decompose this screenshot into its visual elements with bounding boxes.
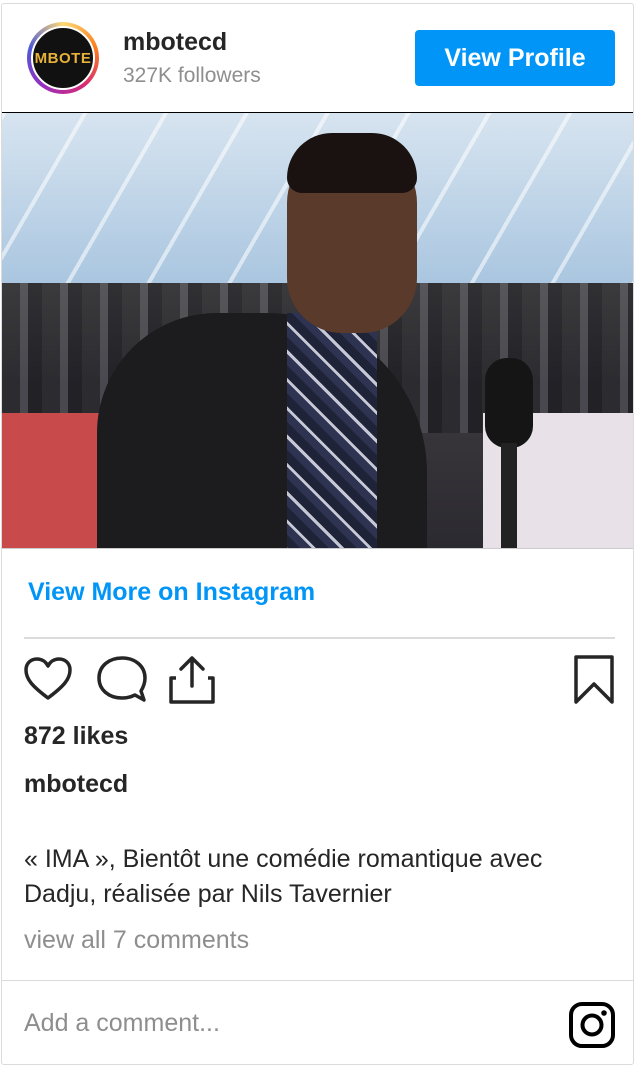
instagram-logo-icon[interactable] bbox=[568, 1001, 616, 1049]
action-bar bbox=[2, 654, 633, 714]
view-all-comments-link[interactable]: view all 7 comments bbox=[24, 926, 249, 955]
profile-username[interactable]: mbotecd bbox=[123, 28, 227, 57]
microphone-stand bbox=[501, 443, 517, 548]
microphone bbox=[485, 358, 533, 448]
share-icon[interactable] bbox=[166, 654, 218, 706]
caption-username[interactable]: mbotecd bbox=[24, 770, 128, 799]
add-comment-input[interactable]: Add a comment... bbox=[24, 1009, 220, 1038]
likes-count[interactable]: 872 likes bbox=[24, 722, 128, 751]
instagram-embed-card: MBOTE mbotecd 327K followers View Profil… bbox=[1, 3, 634, 1065]
interviewee bbox=[97, 123, 533, 548]
bookmark-icon[interactable] bbox=[568, 654, 620, 706]
heart-icon[interactable] bbox=[22, 654, 74, 706]
comment-icon[interactable] bbox=[96, 654, 148, 706]
avatar-image: MBOTE bbox=[31, 26, 95, 90]
patterned-shirt bbox=[287, 313, 377, 548]
post-media[interactable] bbox=[2, 112, 633, 549]
divider bbox=[24, 637, 615, 639]
jacket bbox=[97, 313, 427, 548]
post-caption: « IMA », Bientôt une comédie romantique … bbox=[24, 845, 543, 908]
avatar[interactable]: MBOTE bbox=[27, 22, 99, 94]
view-profile-button[interactable]: View Profile bbox=[415, 30, 615, 86]
footer-divider bbox=[2, 980, 633, 981]
hair bbox=[287, 133, 417, 193]
view-more-on-instagram-link[interactable]: View More on Instagram bbox=[28, 578, 315, 607]
post-header: MBOTE mbotecd 327K followers View Profil… bbox=[2, 4, 633, 112]
followers-count: 327K followers bbox=[123, 64, 261, 87]
avatar-logo-text: MBOTE bbox=[34, 49, 92, 67]
